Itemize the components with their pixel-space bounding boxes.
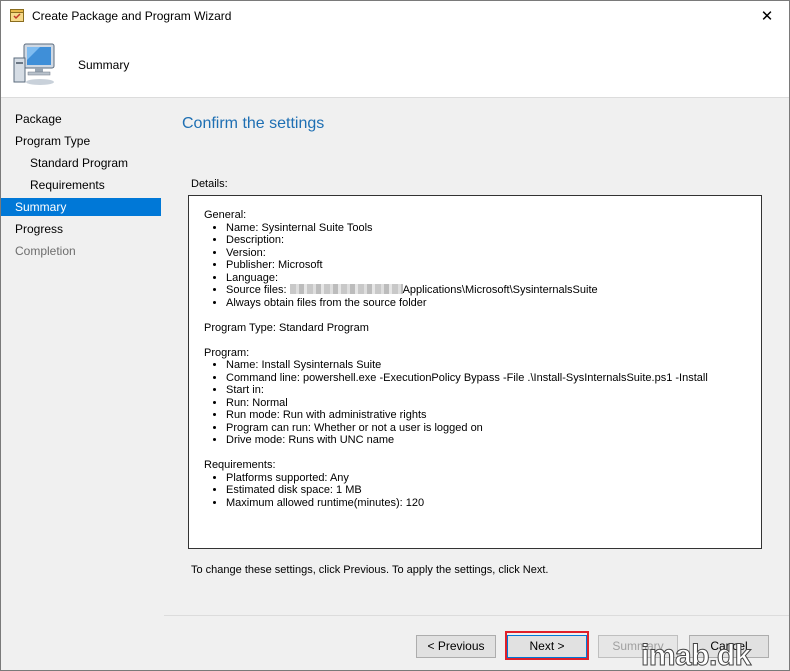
program-list: Name: Install Sysinternals Suite Command… bbox=[204, 359, 761, 447]
list-item: Command line: powershell.exe -ExecutionP… bbox=[226, 372, 761, 385]
nav-item-completion: Completion bbox=[15, 244, 76, 258]
close-button[interactable]: ✕ bbox=[745, 1, 789, 32]
list-item: Description: bbox=[226, 234, 761, 247]
general-list: Name: Sysinternal Suite Tools Descriptio… bbox=[204, 222, 761, 310]
general-section-title: General: bbox=[204, 209, 247, 221]
page-heading: Confirm the settings bbox=[182, 115, 325, 132]
redacted-path bbox=[289, 284, 403, 294]
list-item: Always obtain files from the source fold… bbox=[226, 297, 761, 310]
footer-divider bbox=[164, 615, 789, 616]
source-prefix: Source files: bbox=[226, 284, 290, 296]
list-item: Maximum allowed runtime(minutes): 120 bbox=[226, 497, 761, 510]
package-wizard-icon bbox=[10, 9, 24, 22]
program-type-line: Program Type: Standard Program bbox=[204, 321, 369, 334]
wizard-header: Summary bbox=[1, 32, 789, 98]
requirements-list: Platforms supported: Any Estimated disk … bbox=[204, 472, 761, 510]
nav-item-summary[interactable]: Summary bbox=[1, 198, 161, 216]
list-item: Run: Normal bbox=[226, 397, 761, 410]
requirements-section-title: Requirements: bbox=[204, 459, 276, 471]
source-suffix: Applications\Microsoft\SysinternalsSuite bbox=[402, 284, 598, 296]
computer-icon bbox=[13, 43, 55, 85]
nav-item-program-type[interactable]: Program Type bbox=[1, 132, 161, 150]
details-textbox[interactable]: General: Name: Sysinternal Suite Tools D… bbox=[188, 195, 762, 549]
list-item: Estimated disk space: 1 MB bbox=[226, 484, 761, 497]
list-item-source-files: Source files: Applications\Microsoft\Sys… bbox=[226, 284, 761, 297]
window-title: Create Package and Program Wizard bbox=[32, 9, 232, 23]
next-button[interactable]: Next > bbox=[507, 635, 587, 658]
instruction-text: To change these settings, click Previous… bbox=[191, 564, 549, 576]
step-title: Summary bbox=[78, 58, 130, 72]
content-panel: Confirm the settings Details: General: N… bbox=[164, 98, 788, 615]
list-item: Publisher: Microsoft bbox=[226, 259, 761, 272]
wizard-nav: Package Program Type Standard Program Re… bbox=[1, 98, 161, 670]
nav-item-standard-program[interactable]: Standard Program bbox=[1, 154, 161, 172]
list-item: Name: Sysinternal Suite Tools bbox=[226, 222, 761, 235]
watermark-text: imab.dk bbox=[641, 639, 752, 671]
list-item: Platforms supported: Any bbox=[226, 472, 761, 485]
list-item: Run mode: Run with administrative rights bbox=[226, 409, 761, 422]
list-item: Version: bbox=[226, 247, 761, 260]
title-bar: Create Package and Program Wizard ✕ bbox=[1, 1, 789, 32]
list-item: Drive mode: Runs with UNC name bbox=[226, 434, 761, 447]
list-item: Program can run: Whether or not a user i… bbox=[226, 422, 761, 435]
nav-item-progress[interactable]: Progress bbox=[1, 220, 161, 238]
details-label: Details: bbox=[191, 178, 228, 190]
previous-button[interactable]: < Previous bbox=[416, 635, 496, 658]
wizard-window: Create Package and Program Wizard ✕ Summ… bbox=[0, 0, 790, 671]
list-item: Name: Install Sysinternals Suite bbox=[226, 359, 761, 372]
nav-item-requirements[interactable]: Requirements bbox=[1, 176, 161, 194]
nav-item-package[interactable]: Package bbox=[1, 110, 161, 128]
program-section-title: Program: bbox=[204, 346, 250, 359]
list-item: Language: bbox=[226, 272, 761, 285]
list-item: Start in: bbox=[226, 384, 761, 397]
